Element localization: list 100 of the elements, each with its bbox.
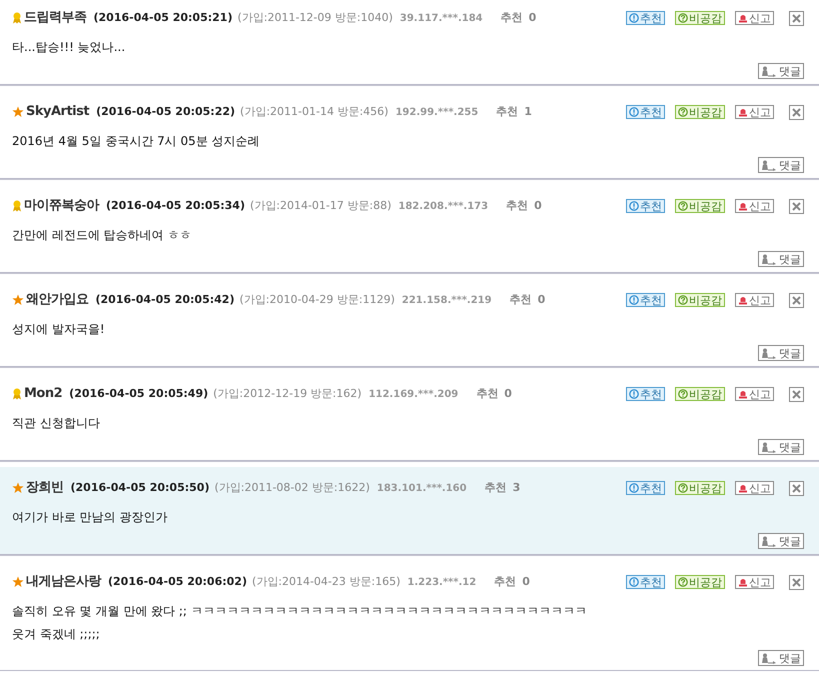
reply-button[interactable]: 댓글 bbox=[758, 345, 804, 361]
comment-text: 2016년 4월 5일 중국시간 7시 05분 성지순례 bbox=[12, 133, 261, 150]
dislike-button[interactable]: 비공감 bbox=[675, 575, 725, 589]
dislike-button[interactable]: 비공감 bbox=[675, 199, 725, 213]
recommend-button[interactable]: 추천 bbox=[626, 575, 665, 589]
close-button[interactable] bbox=[789, 10, 804, 26]
close-button[interactable] bbox=[789, 574, 804, 590]
recommend-label: 추천 bbox=[500, 10, 523, 26]
recommend-count: 1 bbox=[524, 104, 532, 120]
siren-icon bbox=[738, 13, 748, 23]
reply-button[interactable]: 댓글 bbox=[758, 533, 804, 549]
siren-icon bbox=[738, 389, 748, 399]
member-info: (가입:2014-01-17 방문:88) bbox=[250, 198, 392, 214]
person-icon bbox=[761, 536, 777, 546]
ip-address: 39.117.***.184 bbox=[400, 12, 483, 26]
report-button[interactable]: 신고 bbox=[735, 293, 774, 307]
nickname[interactable]: 마이쮸복숭아 bbox=[24, 196, 99, 216]
close-icon bbox=[792, 108, 801, 116]
reply-button[interactable]: 댓글 bbox=[758, 63, 804, 79]
recommend-button[interactable]: 추천 bbox=[626, 105, 665, 119]
siren-icon bbox=[738, 483, 748, 493]
nickname[interactable]: 내게남은사랑 bbox=[26, 572, 101, 592]
reply-button[interactable]: 댓글 bbox=[758, 439, 804, 455]
reply-button[interactable]: 댓글 bbox=[758, 157, 804, 173]
comment-datetime: (2016-04-05 20:05:22) bbox=[96, 104, 236, 120]
member-info: (가입:2010-04-29 방문:1129) bbox=[239, 292, 395, 308]
close-button[interactable] bbox=[789, 292, 804, 308]
recommend-button[interactable]: 추천 bbox=[626, 481, 665, 495]
close-icon bbox=[792, 14, 801, 22]
close-button[interactable] bbox=[789, 386, 804, 402]
info-icon bbox=[629, 13, 639, 23]
report-button[interactable]: 신고 bbox=[735, 575, 774, 589]
siren-icon bbox=[738, 577, 748, 587]
recommend-button[interactable]: 추천 bbox=[626, 11, 665, 25]
person-icon bbox=[761, 254, 777, 264]
comment-datetime: (2016-04-05 20:05:49) bbox=[69, 386, 208, 402]
siren-icon bbox=[738, 201, 748, 211]
report-button[interactable]: 신고 bbox=[735, 105, 774, 119]
info-icon bbox=[629, 483, 639, 493]
ip-address: 221.158.***.219 bbox=[402, 294, 492, 308]
person-icon bbox=[761, 160, 777, 170]
nickname[interactable]: Mon2 bbox=[24, 384, 62, 404]
reply-button[interactable]: 댓글 bbox=[758, 650, 804, 666]
dislike-button[interactable]: 비공감 bbox=[675, 105, 725, 119]
recommend-button[interactable]: 추천 bbox=[626, 293, 665, 307]
comment-datetime: (2016-04-05 20:05:21) bbox=[94, 10, 232, 26]
question-icon bbox=[678, 483, 688, 493]
info-icon bbox=[629, 389, 639, 399]
nickname[interactable]: 장희빈 bbox=[26, 478, 64, 498]
recommend-button[interactable]: 추천 bbox=[626, 199, 665, 213]
member-info: (가입:2011-08-02 방문:1622) bbox=[214, 480, 370, 496]
question-icon bbox=[678, 577, 688, 587]
comment-datetime: (2016-04-05 20:05:50) bbox=[70, 480, 210, 496]
ip-address: 182.208.***.173 bbox=[398, 200, 488, 214]
close-icon bbox=[792, 390, 801, 398]
ip-address: 1.223.***.12 bbox=[407, 576, 476, 590]
nickname[interactable]: SkyArtist bbox=[26, 102, 90, 122]
ip-address: 112.169.***.209 bbox=[368, 388, 458, 402]
report-button[interactable]: 신고 bbox=[735, 387, 774, 401]
person-icon bbox=[761, 348, 777, 358]
recommend-count: 0 bbox=[504, 386, 512, 402]
comment-datetime: (2016-04-05 20:05:34) bbox=[106, 198, 245, 214]
dislike-button[interactable]: 비공감 bbox=[675, 11, 725, 25]
info-icon bbox=[629, 107, 639, 117]
reply-button[interactable]: 댓글 bbox=[758, 251, 804, 267]
question-icon bbox=[678, 389, 688, 399]
recommend-count: 0 bbox=[534, 198, 542, 214]
dislike-button[interactable]: 비공감 bbox=[675, 387, 725, 401]
comment-text: 성지에 발자국을! bbox=[12, 321, 106, 338]
close-button[interactable] bbox=[789, 198, 804, 214]
member-info: (가입:2011-01-14 방문:456) bbox=[240, 104, 388, 120]
question-icon bbox=[678, 201, 688, 211]
comment-text: 여기가 바로 만남의 광장인가 bbox=[12, 509, 168, 526]
report-button[interactable]: 신고 bbox=[735, 199, 774, 213]
nickname[interactable]: 드립력부족 bbox=[24, 8, 86, 28]
recommend-label: 추천 bbox=[484, 480, 507, 496]
info-icon bbox=[629, 577, 639, 587]
comment-text: 웃겨 죽겠네 ;;;;; bbox=[12, 626, 101, 643]
recommend-count: 0 bbox=[528, 10, 536, 26]
nickname[interactable]: 왜안가입요 bbox=[26, 290, 88, 310]
report-button[interactable]: 신고 bbox=[735, 481, 774, 495]
close-icon bbox=[792, 484, 801, 492]
question-icon bbox=[678, 295, 688, 305]
recommend-button[interactable]: 추천 bbox=[626, 387, 665, 401]
close-icon bbox=[792, 296, 801, 304]
person-icon bbox=[761, 66, 777, 76]
close-button[interactable] bbox=[789, 104, 804, 120]
comment-text: 간만에 레전드에 탑승하네여 ㅎㅎ bbox=[12, 227, 192, 244]
siren-icon bbox=[738, 107, 748, 117]
report-button[interactable]: 신고 bbox=[735, 11, 774, 25]
close-button[interactable] bbox=[789, 480, 804, 496]
recommend-count: 0 bbox=[538, 292, 546, 308]
recommend-count: 3 bbox=[512, 480, 520, 496]
dislike-button[interactable]: 비공감 bbox=[675, 481, 725, 495]
comment-datetime: (2016-04-05 20:05:42) bbox=[96, 292, 234, 308]
recommend-label: 추천 bbox=[476, 386, 498, 402]
recommend-label: 추천 bbox=[496, 104, 518, 120]
siren-icon bbox=[738, 295, 748, 305]
recommend-count: 0 bbox=[522, 574, 530, 590]
dislike-button[interactable]: 비공감 bbox=[675, 293, 725, 307]
